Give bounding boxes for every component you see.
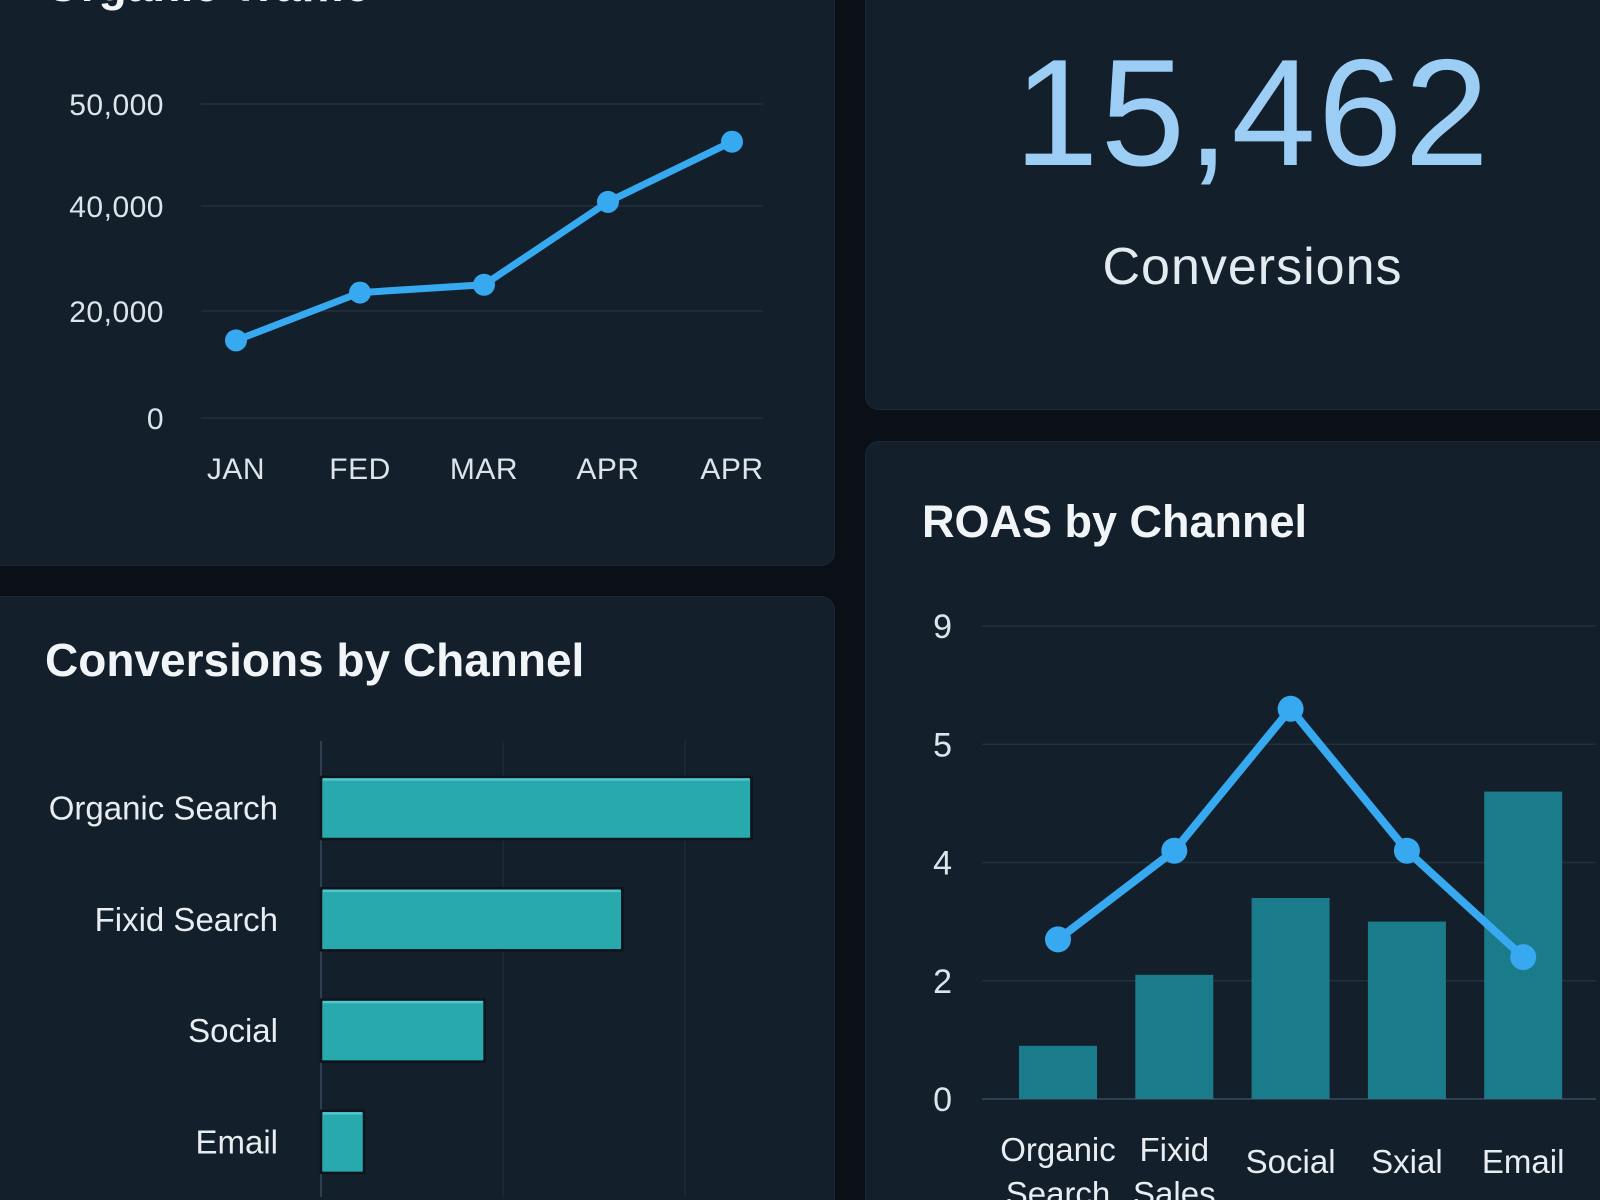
roas-by-channel-panel: ROAS by Channel 95420OrganicSearchFixidS… <box>865 441 1600 1200</box>
kpi-label: Conversions <box>886 239 1600 295</box>
svg-text:Organic Search: Organic Search <box>49 790 278 827</box>
svg-text:4: 4 <box>933 845 952 883</box>
organic-traffic-chart: 50,000 40,000 20,000 0 JAN FED MAR APR APR <box>1 1 835 566</box>
svg-text:APR: APR <box>700 453 763 486</box>
svg-text:0: 0 <box>147 403 164 436</box>
svg-text:9: 9 <box>933 608 952 646</box>
svg-text:50,000: 50,000 <box>69 89 164 122</box>
svg-text:Fixid Search: Fixid Search <box>95 901 278 938</box>
svg-text:5: 5 <box>933 726 952 764</box>
dashboard: Organic Traffic 50,00040,00020,0000JANFE… <box>0 0 1600 1200</box>
organic-traffic-panel: Organic Traffic 50,00040,00020,0000JANFE… <box>0 0 835 566</box>
kpi-panel: 15,462 Conversions <box>865 0 1600 410</box>
roas-by-channel-chart: 9 5 4 2 0 OrganicSearchFixidSales Social Sxial E… <box>886 442 1600 1200</box>
svg-text:40,000: 40,000 <box>69 191 164 224</box>
svg-text:20,000: 20,000 <box>69 296 164 329</box>
svg-text:Social: Social <box>1246 1143 1336 1180</box>
kpi-value: 15,462 <box>886 35 1600 191</box>
svg-text:2: 2 <box>933 963 952 1001</box>
svg-text:Social: Social <box>188 1012 278 1049</box>
svg-text:FED: FED <box>329 453 391 486</box>
conversions-by-channel-panel: Conversions by Channel Organic SearchFix… <box>0 596 835 1200</box>
svg-text:0: 0 <box>933 1081 952 1119</box>
svg-text:APR: APR <box>576 453 639 486</box>
svg-text:MAR: MAR <box>450 453 518 486</box>
svg-text:Sxial: Sxial <box>1371 1143 1443 1180</box>
svg-text:FixidSales: FixidSales <box>1133 1131 1216 1200</box>
svg-text:Email: Email <box>195 1123 278 1160</box>
svg-text:JAN: JAN <box>207 453 265 486</box>
svg-text:Email: Email <box>1482 1143 1565 1180</box>
conversions-by-channel-chart: Organic Search Fixid Search Social Email <box>1 597 835 1200</box>
svg-text:OrganicSearch: OrganicSearch <box>1000 1131 1116 1200</box>
